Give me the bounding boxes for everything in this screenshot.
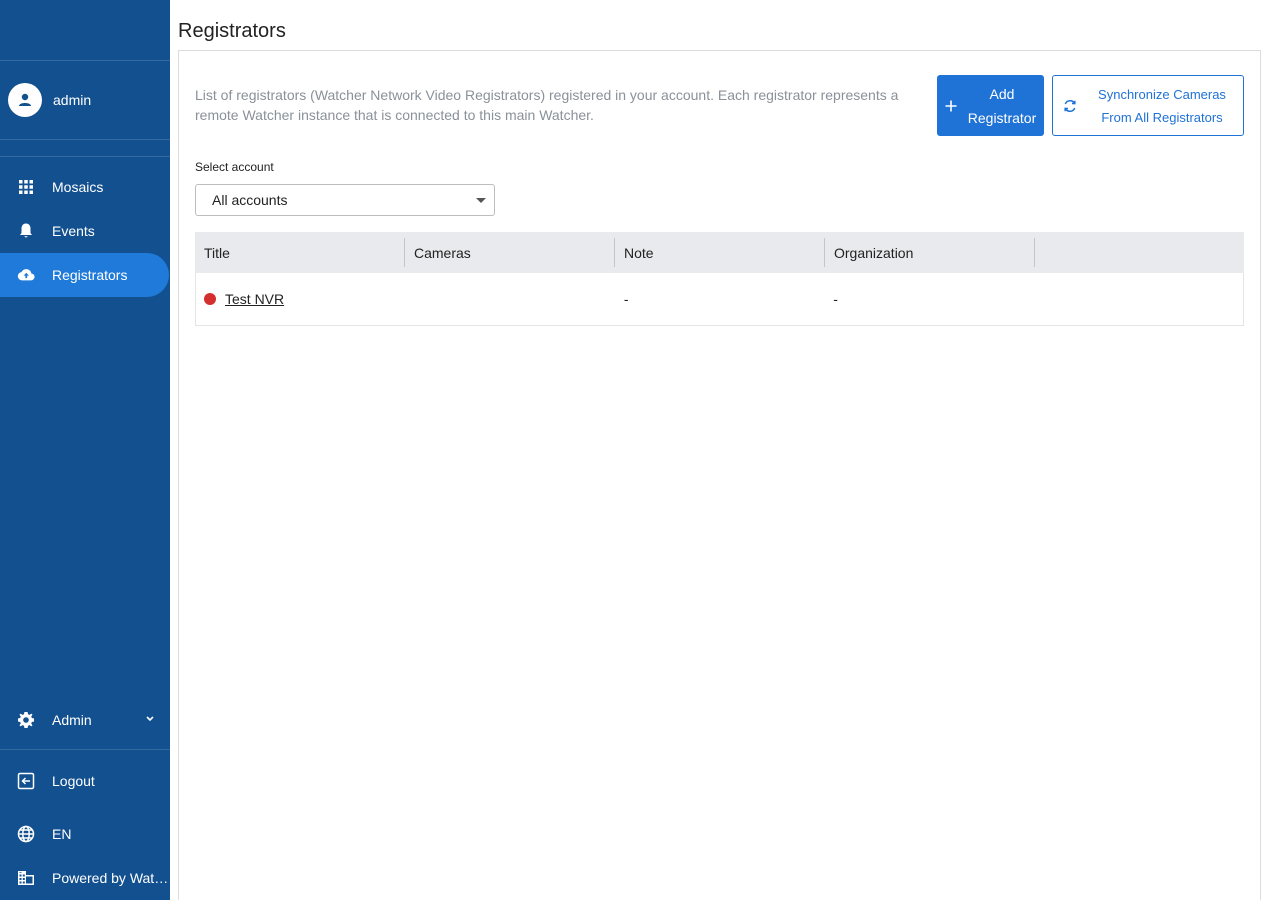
gear-icon	[17, 711, 35, 729]
sync-cameras-label: Synchronize Cameras From All Registrator…	[1087, 83, 1237, 129]
sidebar-item-label: EN	[52, 826, 72, 842]
page-description: List of registrators (Watcher Network Vi…	[195, 87, 899, 123]
sidebar-item-label: Mosaics	[52, 179, 104, 195]
user-avatar-icon	[8, 83, 42, 117]
sidebar-item-registrators[interactable]: Registrators	[0, 253, 169, 297]
sync-cameras-button[interactable]: Synchronize Cameras From All Registrator…	[1052, 75, 1244, 136]
select-account-label: Select account	[195, 160, 274, 174]
add-registrator-label-line1: Add	[989, 85, 1015, 102]
sidebar: admin Mosaics Events Registrators Admin …	[0, 0, 170, 900]
user-profile[interactable]: admin	[0, 61, 170, 139]
registrator-link[interactable]: Test NVR	[225, 291, 284, 307]
sidebar-item-label: Logout	[52, 773, 95, 789]
sync-icon	[1063, 98, 1077, 114]
divider	[0, 139, 170, 140]
column-header-actions	[1035, 232, 1244, 273]
logout-icon	[17, 772, 35, 790]
add-registrator-label: Add Registrator	[963, 82, 1041, 130]
sync-cameras-label-line1: Synchronize Cameras	[1098, 86, 1226, 102]
chevron-down-icon	[144, 712, 156, 724]
account-select-value: All accounts	[212, 192, 288, 208]
cell-organization: -	[833, 291, 838, 307]
registrators-card: List of registrators (Watcher Network Vi…	[178, 50, 1261, 900]
cell-actions	[1034, 273, 1243, 325]
sidebar-item-admin[interactable]: Admin	[0, 698, 170, 742]
cell-note: -	[623, 291, 629, 307]
account-select[interactable]: All accounts	[195, 184, 495, 216]
sidebar-item-language[interactable]: EN	[0, 812, 170, 856]
plus-icon	[945, 100, 957, 112]
column-header-note[interactable]: Note	[615, 232, 825, 273]
add-registrator-label-line2: Registrator	[967, 109, 1037, 126]
sync-cameras-label-line2: From All Registrators	[1101, 109, 1223, 125]
caret-down-icon	[476, 198, 486, 203]
sidebar-item-logout[interactable]: Logout	[0, 759, 170, 803]
column-header-title[interactable]: Title	[195, 232, 405, 273]
cell-title: Test NVR	[196, 273, 405, 325]
table-row: Test NVR - -	[195, 273, 1244, 326]
cell-cameras	[405, 273, 614, 325]
building-icon	[17, 869, 35, 887]
sidebar-item-mosaics[interactable]: Mosaics	[0, 165, 170, 209]
globe-icon	[17, 825, 35, 843]
user-name: admin	[53, 92, 92, 108]
divider	[0, 749, 170, 750]
status-indicator	[204, 293, 216, 305]
divider	[0, 156, 170, 157]
sidebar-item-label: Events	[52, 223, 95, 239]
add-registrator-button[interactable]: Add Registrator	[937, 75, 1044, 136]
page-title: Registrators	[178, 20, 286, 42]
grid-icon	[17, 178, 35, 196]
registrators-table: Title Cameras Note Organization Test NVR…	[195, 232, 1244, 326]
sidebar-item-label: Powered by Watcher	[52, 870, 170, 886]
column-header-organization[interactable]: Organization	[825, 232, 1035, 273]
cloud-upload-icon	[17, 266, 35, 284]
sidebar-item-powered-by[interactable]: Powered by Watcher	[0, 856, 170, 900]
table-header: Title Cameras Note Organization	[195, 232, 1244, 273]
sidebar-item-label: Registrators	[52, 267, 128, 283]
sidebar-item-events[interactable]: Events	[0, 209, 170, 253]
column-header-cameras[interactable]: Cameras	[405, 232, 615, 273]
bell-icon	[17, 222, 35, 240]
sidebar-item-label: Admin	[52, 712, 92, 728]
